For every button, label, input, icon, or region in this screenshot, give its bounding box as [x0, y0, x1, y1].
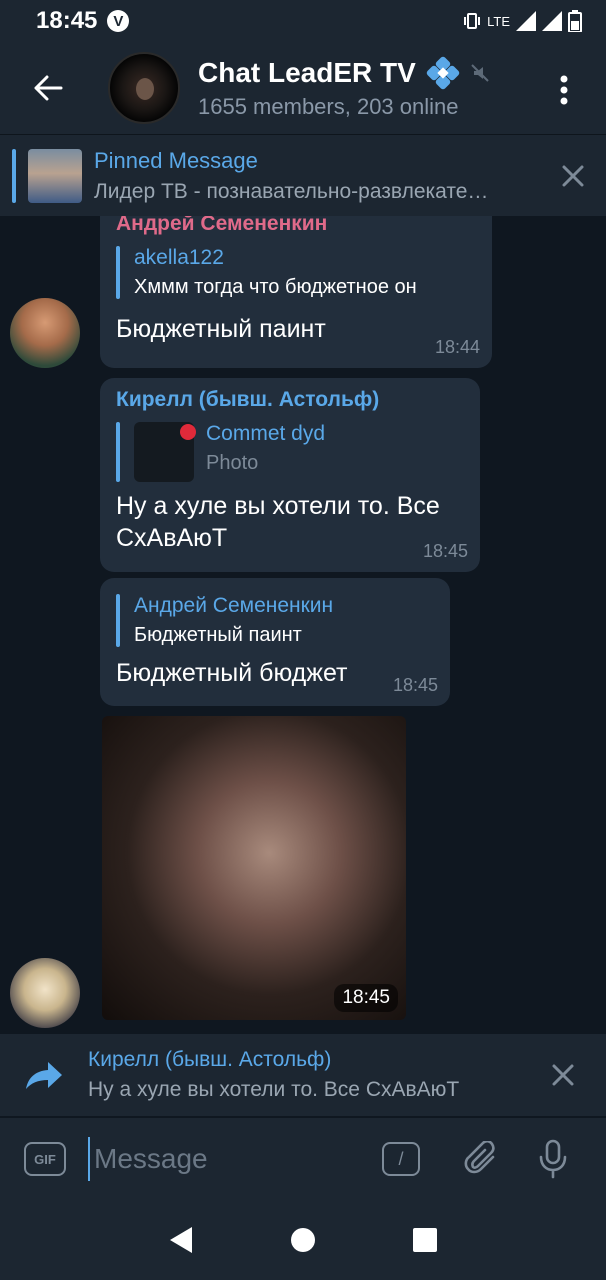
- reply-text: Бюджетный паинт: [134, 624, 302, 646]
- avatar[interactable]: [10, 958, 80, 1028]
- reply-panel: Кирелл (бывш. Астольф) Ну а хуле вы хоте…: [0, 1034, 606, 1116]
- more-vert-icon: [560, 75, 568, 105]
- pinned-message[interactable]: Pinned Message Лидер ТВ - познавательно-…: [0, 134, 606, 216]
- network-type: LTE: [487, 13, 510, 29]
- pinned-accent-bar: [12, 148, 16, 203]
- reply-author: Андрей Семененкин: [134, 594, 334, 617]
- message-time: 18:44: [434, 337, 480, 357]
- reply-author: akella122: [134, 246, 224, 269]
- system-nav-bar: [0, 1200, 606, 1280]
- close-icon[interactable]: [548, 1060, 578, 1090]
- chat-info[interactable]: Chat LeadER TV 1655 members, 203 online: [198, 56, 490, 120]
- carrier-badge-icon: V: [107, 10, 130, 32]
- signal-icon: [516, 11, 536, 31]
- status-bar: 18:45 V LTE: [0, 0, 606, 42]
- signal-icon-2: [542, 11, 562, 31]
- vibrate-icon: [464, 13, 481, 29]
- reply-panel-text: Ну а хуле вы хотели то. Все СхАвАюТ: [88, 1078, 460, 1101]
- chat-history[interactable]: Андрей Семененкин akella122 Хммм тогда ч…: [0, 216, 606, 1034]
- reply-accent-bar: [116, 246, 120, 299]
- reply-text: Photo: [206, 452, 259, 474]
- reply-quote[interactable]: Андрей Семененкин Бюджетный паинт: [116, 594, 434, 647]
- gif-button[interactable]: GIF: [24, 1142, 66, 1176]
- close-icon[interactable]: [558, 161, 588, 191]
- pinned-thumbnail: [28, 148, 82, 203]
- message-input[interactable]: [88, 1137, 358, 1181]
- status-time: 18:45: [36, 7, 98, 34]
- message-time: 18:45: [334, 984, 398, 1012]
- message-time: 18:45: [392, 675, 438, 695]
- battery-icon: [568, 10, 582, 32]
- message-bubble[interactable]: Андрей Семененкин akella122 Хммм тогда ч…: [100, 216, 492, 368]
- back-arrow-icon: [34, 75, 63, 101]
- message-bubble[interactable]: Кирелл (бывш. Астольф) Commet dyd Photo …: [100, 378, 480, 572]
- chat-title: Chat LeadER TV: [198, 57, 416, 88]
- verified-badge-icon: [426, 56, 460, 90]
- back-button[interactable]: [0, 42, 96, 134]
- message-sender: Кирелл (бывш. Астольф): [116, 388, 380, 411]
- reply-thumbnail: [134, 422, 196, 482]
- message-text-line: Ну а хуле вы хотели то. Все: [116, 492, 440, 520]
- pinned-title: Pinned Message: [94, 147, 258, 173]
- composer: GIF /: [0, 1118, 606, 1200]
- message-bubble[interactable]: Андрей Семененкин Бюджетный паинт Бюджет…: [100, 578, 450, 706]
- chat-header: Chat LeadER TV 1655 members, 203 online: [0, 42, 606, 134]
- nav-recents-icon[interactable]: [412, 1227, 438, 1253]
- status-icons: LTE: [463, 10, 582, 32]
- bot-commands-button[interactable]: /: [382, 1142, 420, 1176]
- chat-subtitle: 1655 members, 203 online: [198, 94, 459, 119]
- muted-icon: [471, 64, 489, 82]
- message-sender: Андрей Семененкин: [116, 216, 328, 235]
- reply-text: Хммм тогда что бюджетное он: [134, 276, 417, 298]
- pinned-text: Лидер ТВ - познавательно-развлекате…: [94, 179, 489, 203]
- microphone-icon[interactable]: [538, 1139, 568, 1179]
- message-text-line: СхАвАюТ: [116, 524, 228, 552]
- message-text: Бюджетный бюджет: [116, 659, 348, 687]
- more-menu-button[interactable]: [544, 70, 584, 110]
- message-text: Бюджетный паинт: [116, 315, 326, 343]
- nav-home-icon[interactable]: [290, 1227, 316, 1253]
- reply-quote[interactable]: Commet dyd Photo: [116, 422, 464, 482]
- chat-avatar[interactable]: [108, 52, 180, 124]
- reply-panel-author: Кирелл (бывш. Астольф): [88, 1048, 332, 1071]
- reply-arrow-icon: [26, 1062, 62, 1089]
- reply-accent-bar: [116, 422, 120, 482]
- reply-accent-bar: [116, 594, 120, 647]
- reply-author: Commet dyd: [206, 422, 326, 445]
- attach-icon[interactable]: [464, 1141, 500, 1177]
- avatar[interactable]: [10, 298, 80, 368]
- nav-back-icon[interactable]: [168, 1225, 194, 1255]
- reply-quote[interactable]: akella122 Хммм тогда что бюджетное он: [116, 246, 476, 299]
- photo-message[interactable]: 18:45: [102, 716, 406, 1020]
- message-time: 18:45: [422, 541, 468, 561]
